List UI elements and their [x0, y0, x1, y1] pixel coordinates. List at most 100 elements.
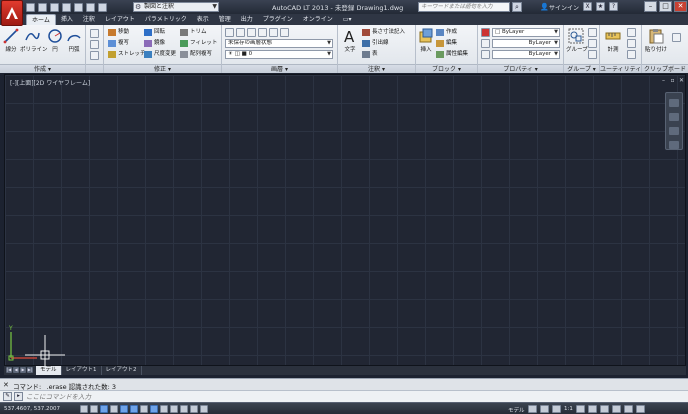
- infer-constraints-toggle[interactable]: [80, 405, 88, 413]
- tab-online[interactable]: オンライン: [298, 14, 338, 25]
- match-properties-icon[interactable]: [481, 28, 490, 37]
- tab-layout1[interactable]: レイアウト1: [62, 366, 102, 375]
- signin-link[interactable]: サインイン: [549, 3, 579, 12]
- open-file-icon[interactable]: [38, 2, 47, 12]
- create-block-button[interactable]: 作成: [436, 28, 457, 37]
- panel-properties-title[interactable]: プロパティ ▾: [478, 64, 563, 73]
- polar-tracking-toggle[interactable]: [120, 405, 128, 413]
- maximize-button[interactable]: □: [659, 1, 672, 12]
- panel-modify-title[interactable]: 修正 ▾: [104, 64, 221, 73]
- text-button[interactable]: A 文字: [341, 28, 359, 53]
- save-icon[interactable]: [50, 2, 59, 12]
- panel-draw-title[interactable]: 作成 ▾: [0, 64, 85, 73]
- tab-home[interactable]: ホーム: [26, 14, 56, 25]
- copy-button[interactable]: 複写: [108, 39, 129, 48]
- dynamic-ucs-toggle[interactable]: [150, 405, 158, 413]
- search-icon[interactable]: ⌕: [512, 2, 522, 12]
- select-all-icon[interactable]: [627, 50, 636, 59]
- tab-layout[interactable]: レイアウト: [100, 14, 140, 25]
- application-menu-button[interactable]: [1, 0, 23, 26]
- scale-button[interactable]: 尺度変更: [144, 50, 176, 59]
- copy-clip-icon[interactable]: [672, 33, 681, 42]
- command-input[interactable]: [26, 392, 666, 402]
- dynamic-input-toggle[interactable]: [160, 405, 168, 413]
- tab-insert[interactable]: 挿入: [56, 14, 78, 25]
- measure-button[interactable]: 計測: [604, 28, 622, 53]
- selection-cycling-toggle[interactable]: [200, 405, 208, 413]
- pan-icon[interactable]: [669, 113, 679, 121]
- ortho-mode-toggle[interactable]: [110, 405, 118, 413]
- layer-properties-icon[interactable]: [225, 28, 234, 37]
- star-icon[interactable]: ★: [596, 2, 605, 11]
- object-snap-toggle[interactable]: [130, 405, 138, 413]
- close-button[interactable]: ✕: [674, 1, 687, 12]
- new-file-icon[interactable]: [26, 2, 35, 12]
- rectangle-icon[interactable]: [90, 29, 99, 38]
- next-tab-icon[interactable]: ▶: [20, 367, 26, 373]
- viewport-minimize-icon[interactable]: –: [660, 77, 667, 84]
- isolate-objects-icon[interactable]: [611, 405, 621, 413]
- line-button[interactable]: 線分: [2, 28, 20, 53]
- table-button[interactable]: 表: [362, 50, 378, 59]
- last-tab-icon[interactable]: ▶|: [27, 367, 33, 373]
- tab-view[interactable]: 表示: [192, 14, 214, 25]
- steering-wheel-icon[interactable]: [669, 99, 679, 107]
- panel-groups-title[interactable]: グループ ▾: [564, 64, 599, 73]
- fillet-button[interactable]: フィレット: [180, 39, 217, 48]
- quick-view-drawings-icon[interactable]: [540, 405, 549, 413]
- close-icon[interactable]: ✕: [3, 381, 9, 389]
- tab-annotate[interactable]: 注釈: [78, 14, 100, 25]
- drawing-canvas[interactable]: [4, 74, 686, 366]
- move-button[interactable]: 移動: [108, 28, 129, 37]
- layer-state-select[interactable]: 未保存の画層状態 ▼: [225, 39, 333, 48]
- ribbon-options-icon[interactable]: ▭▾: [338, 14, 357, 25]
- color-select[interactable]: □ ByLayer ▼: [492, 28, 560, 37]
- showmotion-icon[interactable]: [669, 141, 679, 149]
- workspace-switch-icon[interactable]: [587, 405, 597, 413]
- annotation-scale-value[interactable]: 1:1: [564, 406, 573, 412]
- model-space-label[interactable]: モデル: [508, 406, 525, 414]
- customize-icon[interactable]: ✎: [3, 392, 12, 401]
- tab-plugins[interactable]: プラグイン: [258, 14, 298, 25]
- undo-icon[interactable]: [86, 2, 95, 12]
- lineweight-toggle[interactable]: [170, 405, 178, 413]
- layer-match-icon[interactable]: [280, 28, 289, 37]
- rotate-button[interactable]: 回転: [144, 28, 165, 37]
- viewport-restore-icon[interactable]: ▫: [669, 77, 676, 84]
- tab-output[interactable]: 出力: [236, 14, 258, 25]
- quick-view-layouts-icon[interactable]: [528, 405, 537, 413]
- circle-button[interactable]: 円: [46, 28, 64, 53]
- grid-display-toggle[interactable]: [100, 405, 108, 413]
- panel-annotation-title[interactable]: 注釈 ▾: [338, 64, 415, 73]
- annotation-visibility-icon[interactable]: [575, 405, 585, 413]
- panel-layers-title[interactable]: 画層 ▾: [222, 64, 337, 73]
- save-as-icon[interactable]: [62, 2, 71, 12]
- lineweight-select[interactable]: ByLayer ▼: [492, 50, 560, 59]
- array-button[interactable]: 配列複写: [180, 50, 212, 59]
- stretch-button[interactable]: ストレッチ: [108, 50, 146, 59]
- first-tab-icon[interactable]: |◀: [6, 367, 12, 373]
- minimize-button[interactable]: –: [644, 1, 657, 12]
- snap-mode-toggle[interactable]: [90, 405, 98, 413]
- layer-isolate-icon[interactable]: [247, 28, 256, 37]
- navigation-bar[interactable]: [665, 92, 683, 150]
- layer-select[interactable]: ☀ ◫ ■ 0 ▼: [225, 50, 333, 59]
- help-icon[interactable]: ?: [609, 2, 618, 11]
- panel-clipboard-title[interactable]: クリップボード: [642, 64, 688, 73]
- recent-commands-icon[interactable]: ▸: [14, 392, 23, 401]
- tab-model[interactable]: モデル: [36, 366, 62, 375]
- ungroup-icon[interactable]: [588, 28, 597, 37]
- group-edit-icon[interactable]: [588, 39, 597, 48]
- panel-block-title[interactable]: ブロック ▾: [416, 64, 477, 73]
- polyline-button[interactable]: ポリライン: [20, 28, 48, 53]
- viewport-controls-label[interactable]: [-][上面][2D ワイヤフレーム]: [10, 78, 90, 87]
- print-icon[interactable]: [74, 2, 83, 12]
- edit-block-button[interactable]: 編集: [436, 39, 457, 48]
- group-button[interactable]: グループ: [566, 28, 588, 53]
- region-icon[interactable]: [90, 51, 99, 60]
- layer-freeze-icon[interactable]: [258, 28, 267, 37]
- leader-button[interactable]: 引出線: [362, 39, 389, 48]
- lock-icon[interactable]: [599, 405, 609, 413]
- tab-parametric[interactable]: パラメトリック: [140, 14, 192, 25]
- exchange-icon[interactable]: X: [583, 2, 592, 11]
